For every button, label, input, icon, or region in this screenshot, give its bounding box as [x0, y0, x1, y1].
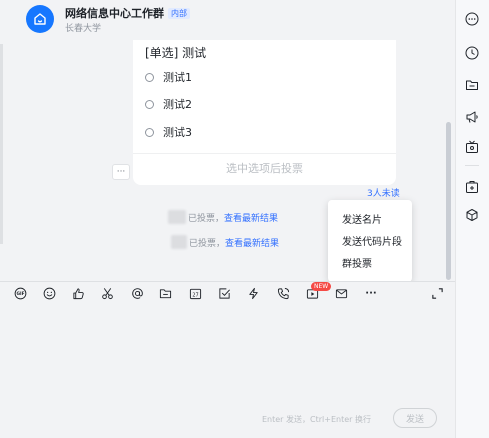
poll-option-label: 测试3	[163, 126, 192, 139]
poll-option[interactable]: 测试1	[145, 69, 192, 85]
add-app-icon[interactable]	[464, 179, 480, 195]
send-button[interactable]: 发送	[393, 408, 437, 428]
new-badge: NEW	[311, 282, 332, 291]
clock-icon[interactable]	[464, 45, 480, 61]
message-input[interactable]	[0, 303, 455, 438]
poll-option[interactable]: 测试3	[145, 124, 192, 140]
organization-name: 长春大学	[65, 24, 102, 34]
user-avatar	[168, 210, 186, 224]
poll-option-label: 测试1	[163, 71, 192, 84]
radio-button[interactable]	[145, 127, 154, 137]
phone-icon[interactable]	[276, 286, 290, 300]
menu-item-group-poll[interactable]: 群投票	[328, 254, 412, 276]
radio-button[interactable]	[145, 99, 154, 109]
calendar-day-label: 27	[192, 292, 198, 298]
poll-vote-button[interactable]: 选中选项后投票	[133, 160, 396, 176]
composer-toolbar: GIF 27 ···	[0, 281, 455, 303]
vote-notice-text: 已投票，	[189, 238, 226, 249]
at-icon[interactable]	[130, 286, 144, 300]
more-icon[interactable]	[464, 11, 480, 27]
message-more-button[interactable]: ···	[112, 164, 130, 180]
user-avatar	[171, 235, 187, 249]
folder-icon[interactable]	[464, 77, 480, 93]
view-results-link[interactable]: 查看最新结果	[224, 211, 278, 224]
vote-notice: 已投票， 查看最新结果	[168, 210, 278, 224]
building-icon	[34, 13, 46, 25]
view-results-link[interactable]: 查看最新结果	[225, 236, 279, 249]
group-avatar[interactable]	[26, 5, 54, 33]
radio-button[interactable]	[145, 72, 154, 82]
more-actions-menu: 发送名片 发送代码片段 群投票	[328, 200, 412, 282]
thumbs-up-icon[interactable]	[71, 286, 85, 300]
left-divider	[0, 44, 3, 244]
scrollbar[interactable]	[446, 122, 451, 280]
right-sidebar	[455, 0, 489, 438]
announcement-icon[interactable]	[464, 109, 480, 125]
menu-item-send-card[interactable]: 发送名片	[328, 210, 412, 232]
poll-card[interactable]: [单选] 测试 测试1 测试2 测试3 选中选项后投票	[133, 40, 396, 185]
internal-tag: 内部	[168, 8, 190, 19]
scissors-icon[interactable]	[100, 286, 114, 300]
tv-icon[interactable]	[464, 139, 480, 155]
unread-count[interactable]: 3人未读	[367, 186, 400, 199]
mail-icon[interactable]	[334, 286, 348, 300]
calendar-icon[interactable]: 27	[188, 286, 202, 300]
emoji-icon[interactable]	[42, 286, 56, 300]
poll-divider	[133, 153, 396, 154]
vote-notice-text: 已投票，	[188, 213, 225, 224]
svg-text:GIF: GIF	[16, 291, 24, 297]
more-icon[interactable]: ···	[364, 286, 378, 300]
cube-icon[interactable]	[464, 207, 480, 223]
menu-item-send-code-snippet[interactable]: 发送代码片段	[328, 232, 412, 254]
checkbox-icon[interactable]	[217, 286, 231, 300]
folder-icon[interactable]	[158, 286, 172, 300]
group-title-text: 网络信息中心工作群	[65, 7, 164, 20]
group-title[interactable]: 网络信息中心工作群 内部	[65, 5, 190, 21]
lightning-icon[interactable]	[246, 286, 260, 300]
vote-notice: 已投票， 查看最新结果	[171, 235, 279, 249]
send-shortcut-hint: Enter 发送，Ctrl+Enter 换行	[262, 415, 371, 424]
poll-option-label: 测试2	[163, 98, 192, 111]
gif-icon[interactable]: GIF	[13, 286, 27, 300]
sidebar-divider	[465, 165, 479, 166]
chat-panel: 网络信息中心工作群 内部 长春大学 [单选] 测试 测试1 测试2 测试3 选中选…	[0, 0, 455, 438]
poll-option[interactable]: 测试2	[145, 96, 192, 112]
poll-title: [单选] 测试	[145, 46, 207, 60]
expand-icon[interactable]	[430, 286, 444, 300]
chat-header: 网络信息中心工作群 内部 长春大学	[0, 0, 455, 40]
